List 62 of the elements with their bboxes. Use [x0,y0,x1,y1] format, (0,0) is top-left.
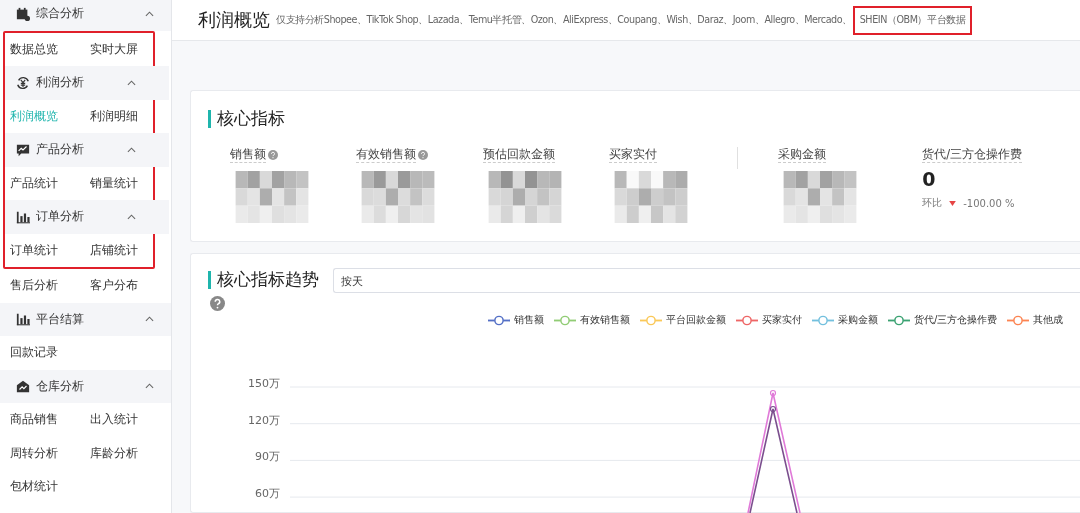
change-label: 环比 [922,196,943,210]
metric-label: 货代/三方仓操作费 [922,147,1023,163]
yen-cycle-icon [16,75,30,90]
menu-item[interactable]: 客户分布 [90,269,160,303]
menu-item[interactable]: 利润明细 [90,99,160,133]
menu-item[interactable]: 产品统计 [10,166,90,200]
metric-value: 0 [922,168,937,190]
menu-item[interactable]: 商品销售 [10,403,90,437]
menu-group-header[interactable]: 平台结算 [0,302,171,336]
card-title: 核心指标趋势 [217,268,319,291]
platform-note-highlight: SHEIN（OBM）平台数据 [852,5,973,35]
menu-group-header[interactable]: 仓库分析 [0,369,171,403]
menu-item[interactable]: 回款记录 [10,336,90,370]
legend-item[interactable]: 货代/三方仓操作费 [888,313,998,327]
chart-board-icon [16,142,30,157]
menu-item[interactable]: 订单统计 [10,233,90,267]
metric-label: 买家实付 [608,147,657,163]
bar-chart-icon [16,209,30,224]
menu-item[interactable]: 销量统计 [90,166,160,200]
page-title: 利润概览 [198,8,270,32]
menu-item[interactable]: 店铺统计 [90,233,160,267]
axis-label: 150万 [248,377,280,390]
legend-item[interactable]: 采购金额 [812,313,878,327]
metric-label: 销售额 [230,147,266,163]
warehouse-icon [16,379,30,394]
menu-item[interactable]: 包材统计 [10,470,90,504]
card-title: 核心指标 [217,107,285,130]
menu-group-header[interactable]: 产品分析 [5,133,169,167]
menu-group-title: 产品分析 [36,141,84,159]
legend-item[interactable]: 销售额 [488,313,544,327]
metric-label: 预估回款金额 [482,147,555,163]
axis-label: 90万 [255,450,280,464]
menu-group-header[interactable]: 综合分析 [0,0,171,31]
menu-item[interactable]: 库龄分析 [90,436,160,470]
axis-label: 60万 [255,487,280,501]
menu-group-title: 综合分析 [36,5,84,23]
change-value: -100.00 % [963,197,1015,209]
metric-label: 有效销售额 [356,147,417,163]
metric-label: 采购金额 [778,147,826,163]
menu-group-header[interactable]: 订单分析 [5,200,169,234]
help-icon[interactable] [418,150,429,160]
bar-chart-icon [16,312,30,327]
help-icon[interactable] [210,296,225,311]
platform-note: 仅支持分析Shopee、TikTok Shop、Lazada、Temu半托管、Ozon、AliExpress、Coupang、Wish、Daraz、Joom、Allegro、Mercado、 [276,13,852,27]
legend-item[interactable]: 有效销售额 [554,313,630,327]
legend-item[interactable]: 其他成 [1007,313,1064,327]
menu-group-title: 仓库分析 [36,377,84,395]
period-select[interactable]: 按天 [333,268,1080,293]
menu-group-title: 订单分析 [36,208,84,226]
axis-label: 120万 [248,413,280,427]
menu-item[interactable]: 出入统计 [90,403,160,437]
menu-item[interactable]: 实时大屏 [90,32,160,66]
menu-group-title: 平台结算 [36,310,84,328]
legend-item[interactable]: 买家实付 [736,313,802,327]
menu-group-title: 利润分析 [36,74,84,92]
calendar-icon [16,6,30,21]
menu-item[interactable]: 售后分析 [10,269,90,303]
menu-item[interactable]: 周转分析 [10,436,90,470]
legend-item[interactable]: 平台回款金额 [640,313,726,327]
menu-group-header[interactable]: 利润分析 [5,66,169,100]
menu-item[interactable]: 数据总览 [10,32,90,66]
help-icon[interactable] [268,150,278,160]
